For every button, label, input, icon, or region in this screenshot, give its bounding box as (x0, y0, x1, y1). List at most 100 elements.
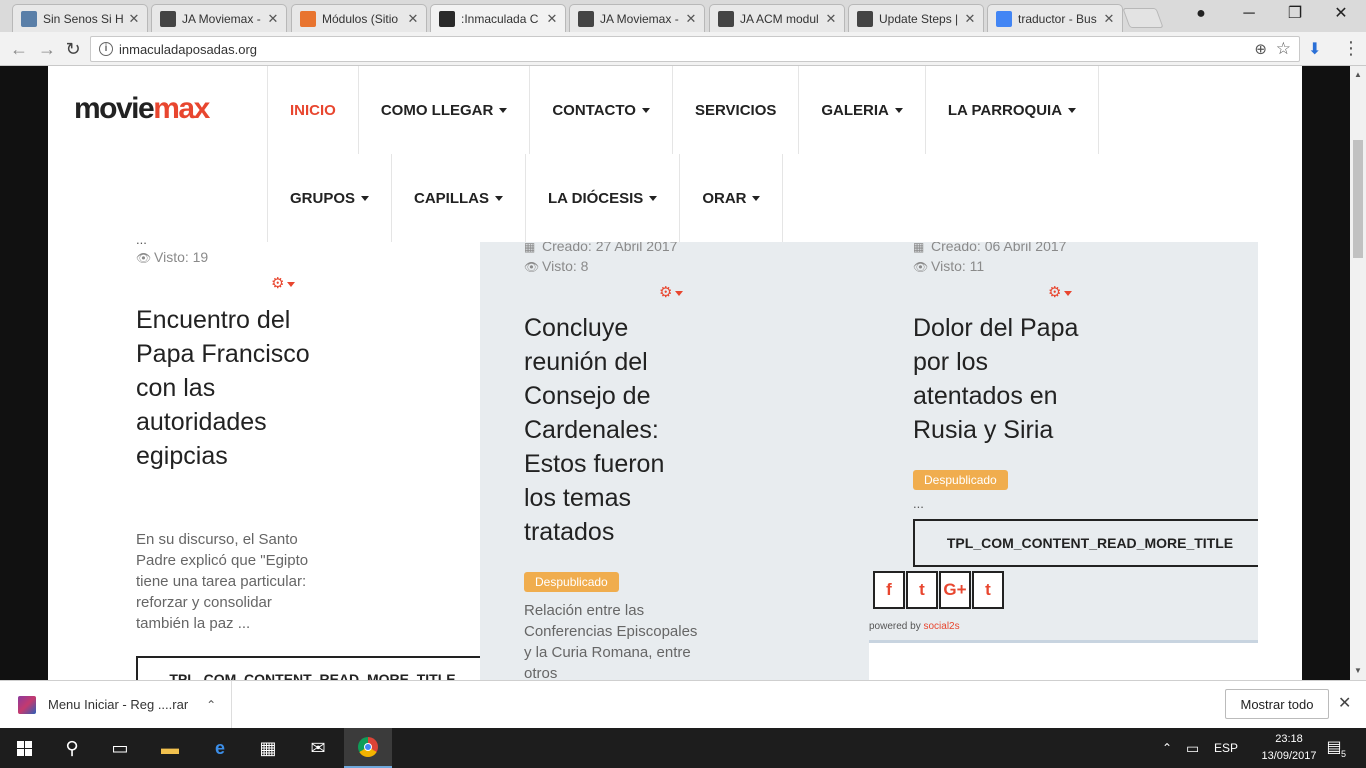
tab-label: traductor - Bus (1018, 11, 1097, 26)
card-footer-area (869, 640, 1258, 680)
created-text: Creado: 27 Abril 2017 (542, 242, 678, 254)
tab-label: Sin Senos Si H (43, 11, 124, 26)
tray-overflow-chevron-icon[interactable]: ⌃ (1162, 728, 1172, 768)
browser-tab[interactable]: JA Moviemax - ✕ (151, 4, 287, 32)
article-tools-gear-icon[interactable]: ⚙ (271, 274, 296, 292)
extension-icon[interactable]: ⬇ (1308, 39, 1321, 59)
browser-tab[interactable]: Sin Senos Si H ✕ (12, 4, 148, 32)
nav-item[interactable]: ORAR (679, 154, 784, 242)
browser-tab[interactable]: JA ACM modul ✕ (709, 4, 845, 32)
article-tools-gear-icon[interactable]: ⚙ (659, 283, 684, 301)
chrome-taskbar-icon[interactable] (344, 728, 392, 768)
powered-brand-link[interactable]: social2s (923, 621, 959, 632)
nav-item-label: ORAR (702, 189, 747, 207)
nav-item[interactable]: SERVICIOS (671, 66, 798, 154)
nav-item[interactable]: LA PARROQUIA (924, 66, 1100, 154)
site-info-icon[interactable]: i (99, 42, 113, 56)
nav-item[interactable]: GALERIA (798, 66, 925, 154)
article-card-2: ▦ Creado: 27 Abril 2017 👁 Visto: 8 ⚙ Concl… (480, 242, 869, 680)
download-item[interactable]: Menu Iniciar - Reg ....rar ⌃ (0, 681, 232, 728)
main-nav-row-2: GRUPOS CAPILLAS LA DIÓCESIS ORAR (267, 154, 784, 242)
nav-item[interactable]: COMO LLEGAR (357, 66, 530, 154)
clock-date: 13/09/2017 (1261, 750, 1317, 762)
googleplus-share-button[interactable]: G+ (939, 571, 971, 609)
tab-close-icon[interactable]: ✕ (406, 11, 420, 27)
close-window-button[interactable]: ✕ (1318, 2, 1364, 26)
site-logo[interactable]: moviemax (74, 92, 210, 126)
article-title[interactable]: Dolor del Papa por los atentados en Rusi… (913, 311, 1093, 447)
calendar-icon: ▦ (913, 242, 925, 254)
search-icon[interactable]: ⚲ (48, 728, 96, 768)
language-indicator[interactable]: ESP (1214, 728, 1238, 768)
article-intro: Relación entre las Conferencias Episcopa… (524, 602, 698, 680)
article-title[interactable]: Encuentro del Papa Francisco con las aut… (136, 303, 316, 473)
store-icon[interactable]: ▦ (244, 728, 292, 768)
tab-close-icon[interactable]: ✕ (127, 11, 141, 27)
new-tab-button[interactable] (1122, 8, 1164, 28)
url-text[interactable]: inmaculadaposadas.org (119, 42, 257, 57)
article-intro: En su discurso, el Santo Padre explicó q… (136, 531, 309, 632)
tab-close-icon[interactable]: ✕ (684, 11, 698, 27)
nav-item[interactable]: INICIO (267, 66, 358, 154)
scroll-up-arrow-icon[interactable]: ▲ (1354, 70, 1362, 79)
back-button[interactable]: ← (8, 38, 30, 60)
system-clock[interactable]: 23:18 13/09/2017 (1256, 731, 1322, 765)
bookmark-star-icon[interactable]: ☆ (1276, 39, 1291, 59)
tab-favicon-icon (160, 10, 176, 27)
nav-item[interactable]: CAPILLAS (391, 154, 525, 242)
tab-favicon-icon (996, 10, 1012, 27)
browser-tab[interactable]: Módulos (Sitio ✕ (291, 4, 427, 32)
tab-label: Update Steps | (879, 11, 959, 26)
network-icon[interactable]: ▭ (1186, 728, 1199, 768)
read-more-button[interactable]: TPL_COM_CONTENT_READ_MORE_TITLE (136, 656, 480, 680)
restore-button[interactable]: ❐ (1272, 2, 1318, 26)
views-meta: 👁 Visto: 19 (136, 249, 208, 265)
browser-tab[interactable]: Update Steps | ✕ (848, 4, 984, 32)
tab-label: JA ACM modul (740, 11, 819, 26)
scroll-thumb[interactable] (1353, 140, 1363, 258)
file-explorer-icon[interactable]: ▬ (146, 728, 194, 768)
created-meta: ▦ Creado: 06 Abril 2017 (913, 242, 1066, 254)
nav-item-label: LA PARROQUIA (947, 101, 1063, 119)
address-bar[interactable]: i inmaculadaposadas.org ⊕ ☆ (90, 36, 1300, 62)
profile-icon[interactable]: ● (1178, 2, 1224, 26)
article-tools-gear-icon[interactable]: ⚙ (1048, 283, 1073, 301)
tab-close-icon[interactable]: ✕ (545, 11, 559, 27)
reload-button[interactable]: ↻ (62, 38, 84, 60)
eye-icon: 👁 (136, 251, 152, 265)
show-all-downloads-button[interactable]: Mostrar todo (1225, 689, 1329, 719)
tab-close-icon[interactable]: ✕ (824, 11, 838, 27)
tumblr-share-button[interactable]: t (972, 571, 1004, 609)
twitter-share-button[interactable]: t (906, 571, 938, 609)
tab-close-icon[interactable]: ✕ (1102, 11, 1116, 27)
start-button[interactable] (0, 728, 48, 768)
article-title[interactable]: Concluye reunión del Consejo de Cardenal… (524, 311, 694, 549)
forward-button[interactable]: → (36, 38, 58, 60)
top-ellipsis: ... (136, 242, 147, 247)
nav-item[interactable]: GRUPOS (267, 154, 391, 242)
powered-prefix: powered by (869, 621, 921, 632)
browser-tab[interactable]: JA Moviemax - ✕ (569, 4, 705, 32)
mail-icon[interactable]: ✉ (294, 728, 342, 768)
eye-icon: 👁 (913, 260, 929, 274)
tab-close-icon[interactable]: ✕ (266, 11, 280, 27)
close-download-bar-icon[interactable]: ✕ (1338, 693, 1351, 713)
nav-item[interactable]: LA DIÓCESIS (525, 154, 679, 242)
browser-menu-icon[interactable]: ⋮ (1342, 38, 1360, 58)
page-viewport: moviemax INICIO COMO LLEGAR CONTACTO SERVIC… (0, 66, 1350, 680)
browser-tab[interactable]: traductor - Bus ✕ (987, 4, 1123, 32)
browser-tab[interactable]: :Inmaculada C ✕ (430, 4, 566, 32)
page-scrollbar[interactable]: ▲ ▼ (1350, 66, 1366, 680)
read-more-button[interactable]: TPL_COM_CONTENT_READ_MORE_TITLE (913, 519, 1258, 567)
facebook-share-button[interactable]: f (873, 571, 905, 609)
action-center-icon[interactable]: ▤ 5 (1324, 737, 1347, 759)
scroll-down-arrow-icon[interactable]: ▼ (1354, 666, 1362, 675)
task-view-icon[interactable]: ▭ (96, 728, 144, 768)
zoom-icon[interactable]: ⊕ (1254, 40, 1267, 58)
edge-browser-icon[interactable]: e (196, 728, 244, 768)
tab-favicon-icon (578, 10, 594, 27)
minimize-button[interactable]: ─ (1226, 2, 1272, 26)
chevron-up-icon[interactable]: ⌃ (206, 698, 216, 712)
tab-close-icon[interactable]: ✕ (963, 11, 977, 27)
nav-item[interactable]: CONTACTO (529, 66, 672, 154)
